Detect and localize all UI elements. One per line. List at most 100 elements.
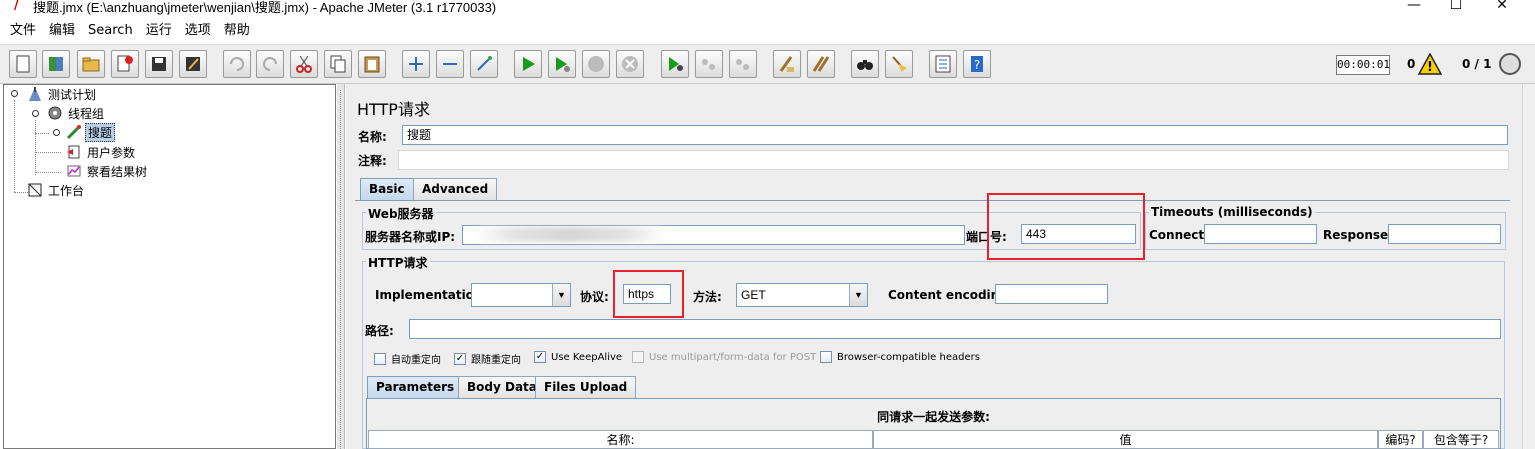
tab-basic[interactable]: Basic [360,178,414,200]
tree-item-sampler[interactable]: 搜题 [66,122,116,142]
keepalive-checkbox[interactable]: ✓ Use KeepAlive [534,351,622,363]
path-label: 路径: [365,324,394,338]
method-select[interactable]: GET ▼ [736,283,868,307]
name-label: 名称: [358,130,387,144]
title-bar: / 搜题.jmx (E:\anzhuang\jmeter\wenjian\搜题.… [0,0,1535,18]
follow-redirects-checkbox[interactable]: ✓ 跟随重定向 [454,351,521,366]
tab-parameters[interactable]: Parameters [367,376,464,398]
window-title: 搜题.jmx (E:\anzhuang\jmeter\wenjian\搜题.jm… [33,0,497,15]
start-no-pause-icon[interactable] [548,50,576,78]
chevron-down-icon[interactable]: ▼ [552,284,570,306]
menu-run[interactable]: 运行 [146,21,172,41]
auto-redirect-checkbox[interactable]: 自动重定向 [374,351,441,366]
help-icon[interactable]: ? [963,50,991,78]
warning-icon[interactable]: ! [1418,53,1442,75]
browser-compatible-checkbox[interactable]: Browser-compatible headers [820,351,980,363]
vertical-scrollbar[interactable] [1522,84,1535,449]
column-header-encode[interactable]: 编码? [1378,430,1423,449]
close-window-button[interactable]: ✕ [1480,0,1524,16]
start-icon[interactable] [514,50,542,78]
close-icon[interactable] [111,50,139,78]
search-icon[interactable] [851,50,879,78]
menu-help[interactable]: 帮助 [224,21,250,41]
checkbox-icon [374,352,386,365]
menu-file[interactable]: 文件 [10,21,36,41]
minimize-button[interactable]: — [1392,0,1436,16]
name-field[interactable]: 搜题 [402,125,1508,145]
test-plan-tree [3,84,336,449]
highlight-box-port [987,193,1145,260]
tree-item-label: 工作台 [48,183,85,198]
toolbar: ? 00:00:01 0 ! 0 / 1 [0,44,1535,84]
tab-body-data[interactable]: Body Data [458,376,546,398]
path-field[interactable] [409,319,1501,339]
encoding-label: Content encoding: [888,288,1013,302]
column-header-include-equals[interactable]: 包含等于? [1423,430,1499,449]
implementation-select[interactable]: ▼ [471,283,571,307]
toggle-icon[interactable] [470,50,498,78]
shutdown-icon[interactable] [616,50,644,78]
expand-handle-icon[interactable] [11,90,18,97]
tree-item-thread-group[interactable]: 线程组 [47,104,106,122]
web-server-title: Web服务器 [366,205,436,222]
column-header-name[interactable]: 名称: [368,430,873,449]
checkmark-icon: ✓ [454,352,466,365]
warning-count: 0 [1407,57,1416,71]
column-header-value[interactable]: 值 [873,430,1378,449]
function-helper-icon[interactable] [929,50,957,78]
response-label: Response: [1323,228,1393,242]
redo-icon[interactable] [256,50,284,78]
response-timeout-field[interactable] [1388,224,1501,244]
checkbox-label: 自动重定向 [391,355,441,366]
connect-timeout-field[interactable] [1204,224,1317,244]
tree-item-test-plan[interactable]: 测试计划 [27,85,98,103]
clear-icon[interactable] [773,50,801,78]
comment-field[interactable] [398,150,1509,170]
expand-handle-icon[interactable] [53,129,60,136]
clear-all-icon[interactable] [807,50,835,78]
tree-connector [35,172,61,173]
paste-icon[interactable] [358,50,386,78]
remote-stop-icon[interactable] [695,50,723,78]
checkbox-label: Use multipart/form-data for POST [649,351,817,363]
cut-icon[interactable] [290,50,318,78]
tab-files-upload[interactable]: Files Upload [535,376,637,398]
multipart-checkbox: Use multipart/form-data for POST [632,351,816,363]
checkbox-icon [820,351,832,363]
checkbox-icon [632,351,644,363]
http-request-title: HTTP请求 [366,254,430,271]
save-icon[interactable] [145,50,173,78]
tree-connector [35,120,36,175]
checkbox-label: Browser-compatible headers [837,351,980,363]
preprocessor-icon [66,144,82,160]
stop-icon[interactable] [582,50,610,78]
tree-item-label: 搜题 [85,122,116,142]
content-encoding-field[interactable] [995,284,1108,304]
menu-options[interactable]: 选项 [185,21,211,41]
undo-icon[interactable] [223,50,251,78]
expand-handle-icon[interactable] [32,110,39,117]
method-value: GET [741,288,766,302]
menu-bar: 文件 编辑 Search 运行 选项 帮助 [0,21,263,41]
tree-item-workbench[interactable]: 工作台 [27,181,86,199]
maximize-button[interactable]: ☐ [1434,0,1478,16]
open-icon[interactable] [77,50,105,78]
tab-advanced[interactable]: Advanced [413,178,498,200]
reset-search-icon[interactable] [885,50,913,78]
tree-item-user-parameters[interactable]: 用户参数 [66,143,137,161]
copy-icon[interactable] [324,50,352,78]
menu-search[interactable]: Search [88,21,133,41]
tree-item-view-results-tree[interactable]: 察看结果树 [66,162,149,180]
tree-connector [35,152,61,153]
remote-shutdown-icon[interactable] [729,50,757,78]
expand-icon[interactable] [402,50,430,78]
templates-icon[interactable] [42,50,70,78]
chevron-down-icon[interactable]: ▼ [849,284,867,306]
save-as-icon[interactable] [179,50,207,78]
collapse-icon[interactable] [436,50,464,78]
new-icon[interactable] [9,50,37,78]
remote-start-icon[interactable] [661,50,689,78]
redacted-server-name [475,227,665,242]
menu-edit[interactable]: 编辑 [49,21,75,41]
protocol-label: 协议: [580,290,609,304]
